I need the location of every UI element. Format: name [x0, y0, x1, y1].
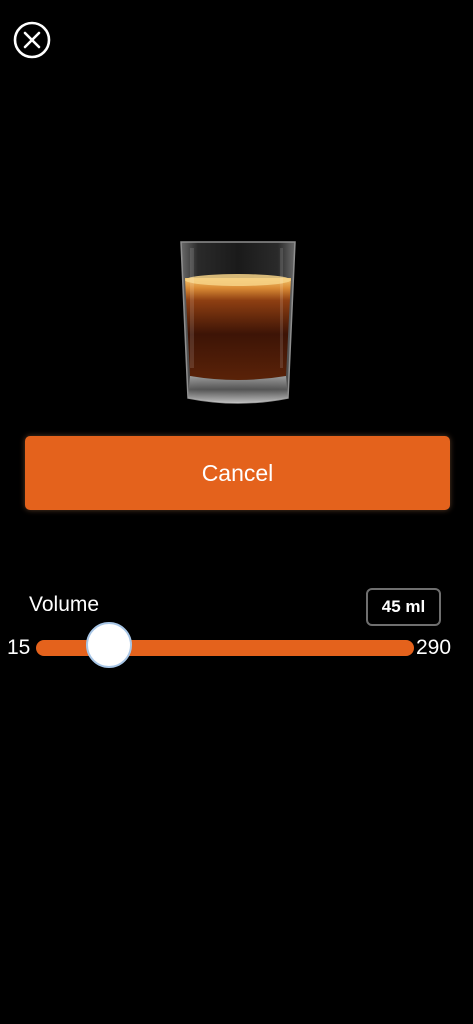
close-button[interactable] — [13, 18, 51, 62]
volume-label: Volume — [29, 593, 100, 616]
close-icon — [13, 21, 51, 59]
volume-slider[interactable] — [36, 622, 414, 668]
volume-value-badge: 45 ml — [366, 588, 441, 626]
volume-slider-thumb[interactable] — [86, 622, 133, 668]
cancel-button[interactable]: Cancel — [25, 436, 450, 510]
espresso-glass-image — [176, 238, 300, 410]
volume-max-label: 290 — [416, 636, 452, 659]
volume-min-label: 15 — [7, 636, 31, 659]
